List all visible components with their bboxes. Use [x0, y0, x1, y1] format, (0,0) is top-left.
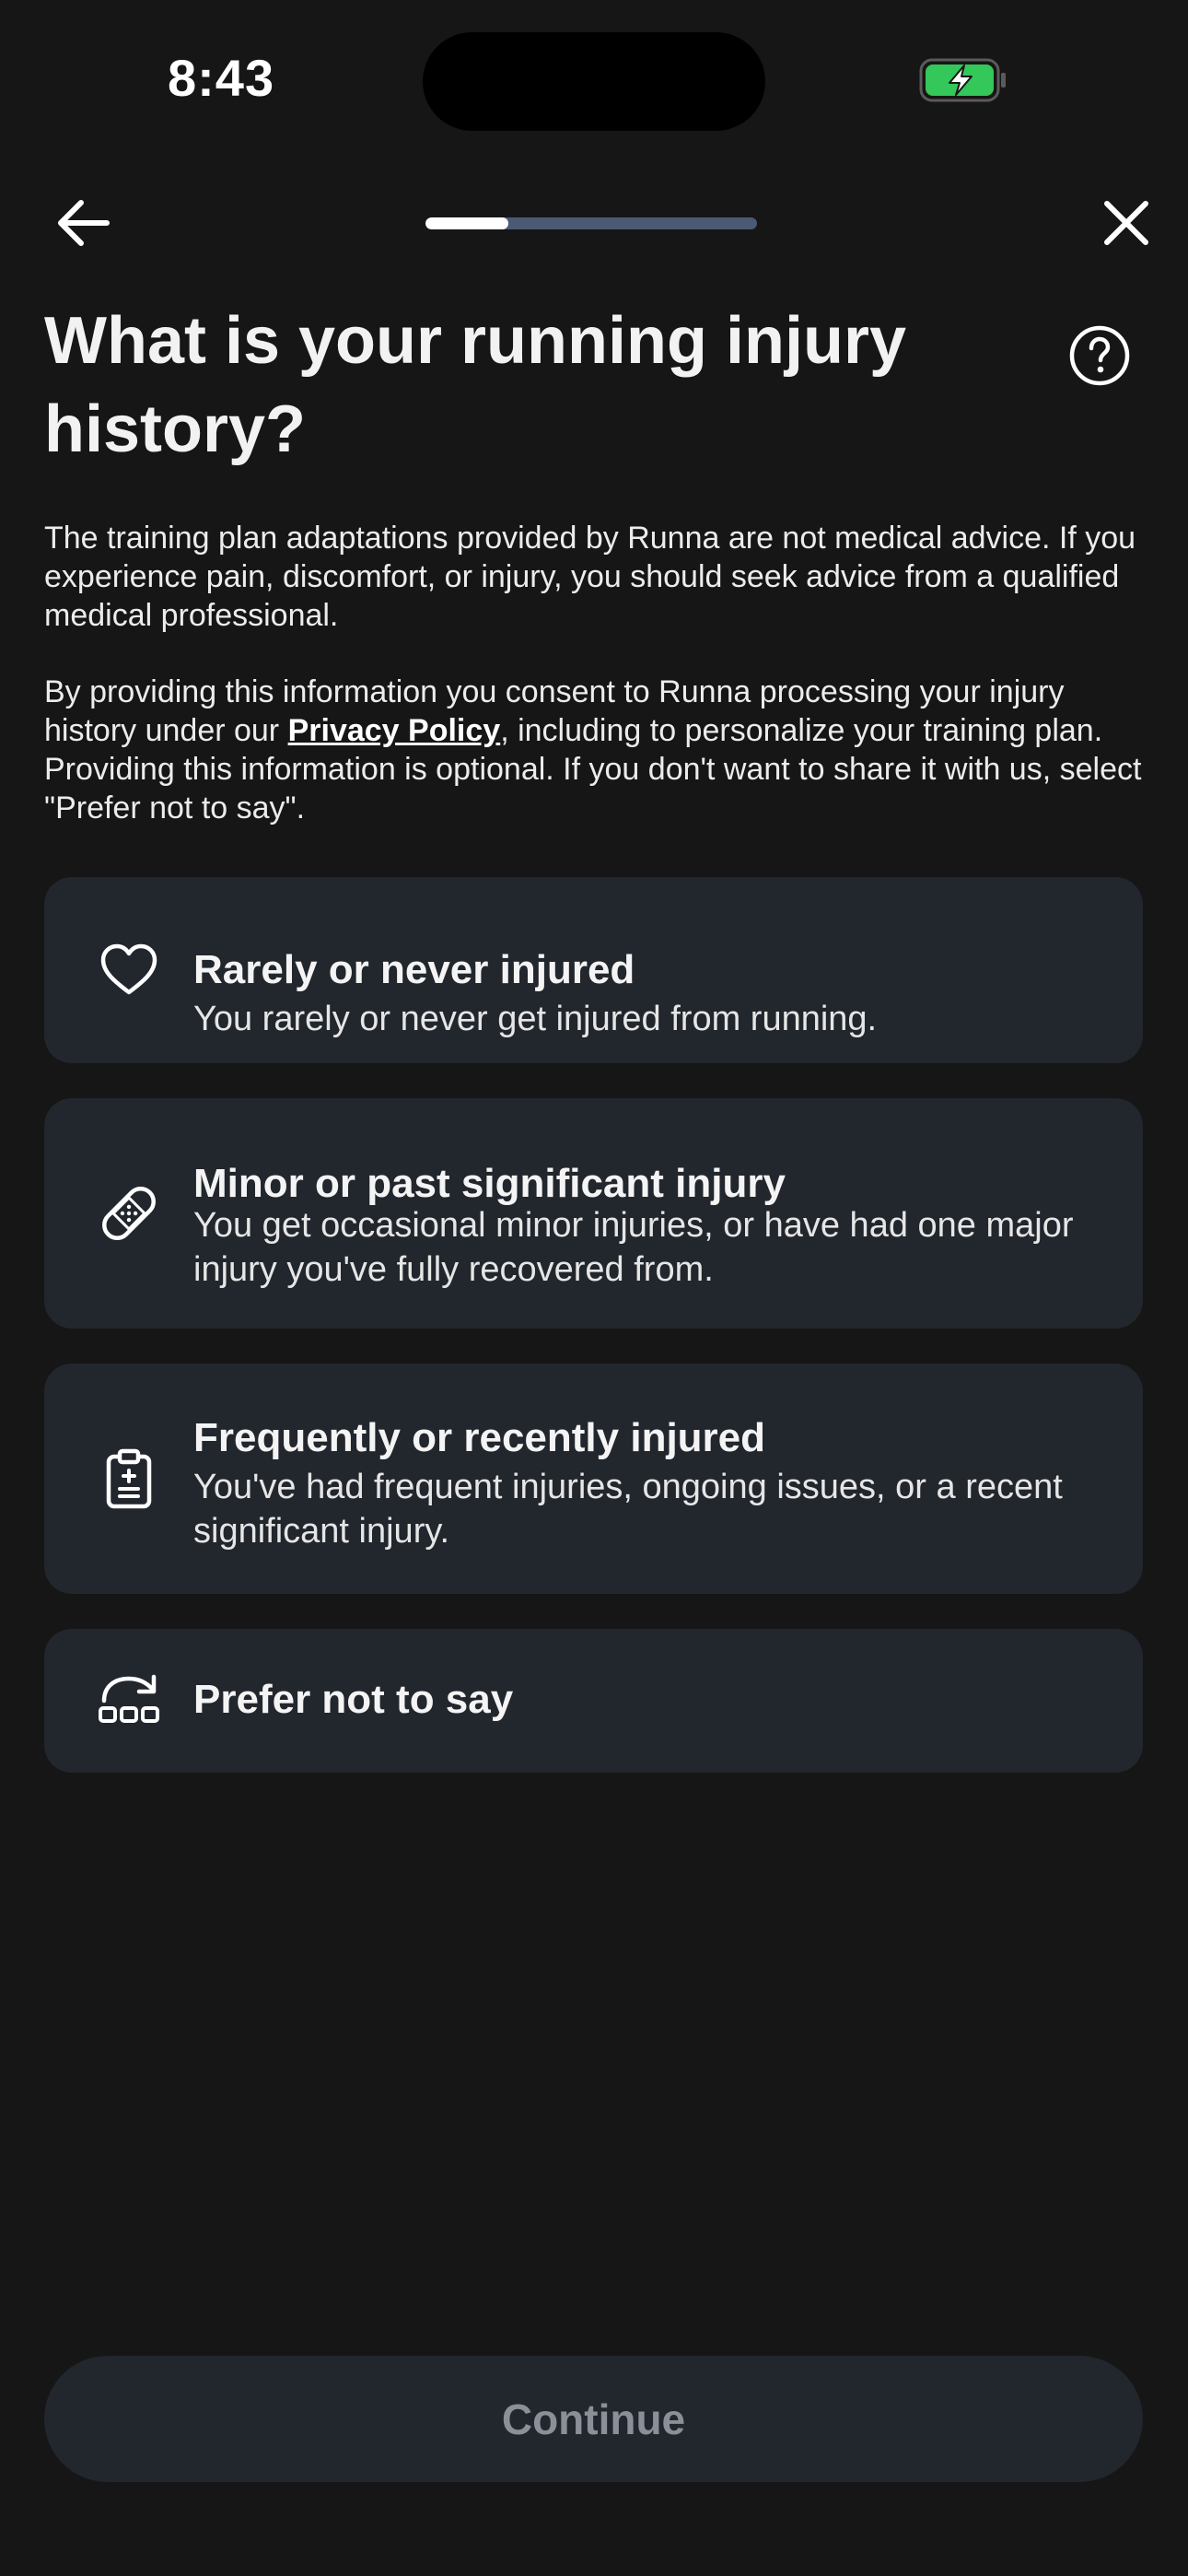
option-prefer-not-to-say[interactable]: Prefer not to say	[44, 1629, 1143, 1773]
progress-bar	[425, 217, 757, 229]
option-title: Prefer not to say	[193, 1677, 514, 1722]
page-title: What is your running injury history?	[44, 304, 906, 466]
close-icon[interactable]	[1092, 189, 1160, 257]
screen: 8:43 What is your running injury history…	[0, 0, 1188, 2576]
back-arrow-icon[interactable]	[50, 189, 118, 257]
option-title: Minor or past significant injury	[193, 1161, 786, 1206]
dynamic-island	[423, 32, 765, 131]
option-title: Frequently or recently injured	[193, 1415, 766, 1460]
battery-charging-icon	[919, 58, 1007, 102]
clipboard-medical-icon	[96, 1446, 162, 1512]
option-description: You rarely or never get injured from run…	[193, 1000, 878, 1038]
option-description: You've had frequent injuries, ongoing is…	[193, 1468, 1063, 1551]
option-minor-injury[interactable]: Minor or past significant injury You get…	[44, 1098, 1143, 1329]
progress-fill	[425, 217, 508, 229]
privacy-policy-link[interactable]: Privacy Policy	[288, 713, 501, 748]
option-rarely-injured[interactable]: Rarely or never injured You rarely or ne…	[44, 877, 1143, 1063]
heart-icon	[96, 937, 162, 1003]
skip-icon	[96, 1668, 162, 1734]
consent-text: By providing this information you consen…	[44, 673, 1149, 827]
continue-button[interactable]: Continue	[44, 2356, 1143, 2482]
option-frequently-injured[interactable]: Frequently or recently injured You've ha…	[44, 1364, 1143, 1594]
medical-disclaimer: The training plan adaptations provided b…	[44, 521, 1136, 633]
option-description: You get occasional minor injuries, or ha…	[193, 1206, 1074, 1289]
status-time: 8:43	[168, 49, 275, 107]
bandage-icon	[96, 1180, 162, 1247]
help-question-icon[interactable]	[1066, 322, 1133, 389]
option-title: Rarely or never injured	[193, 947, 635, 992]
